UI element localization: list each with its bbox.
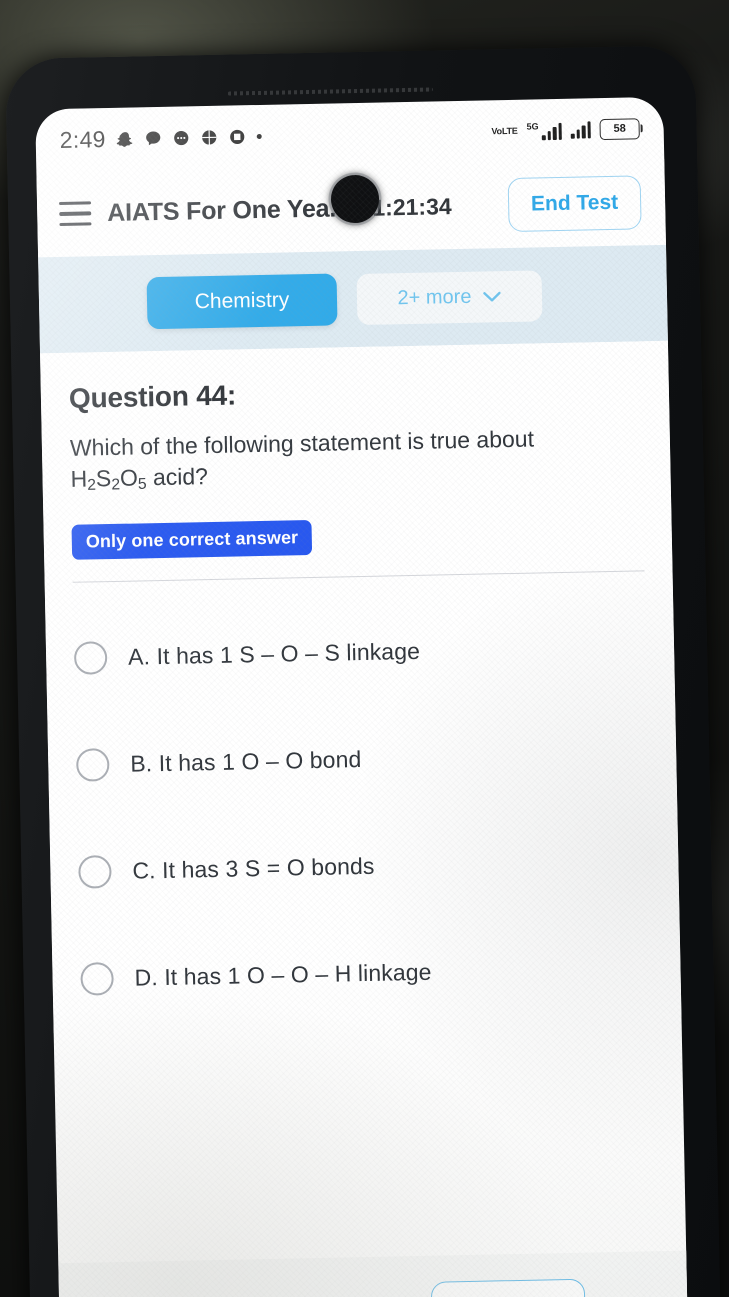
tab-chemistry[interactable]: Chemistry bbox=[146, 273, 338, 330]
option-d-text: It has 1 O – O – H linkage bbox=[164, 958, 432, 990]
question-body: Question 44: Which of the following stat… bbox=[40, 340, 682, 1033]
page-title: AIATS For One Yea... bbox=[106, 193, 350, 227]
subject-tab-strip: Chemistry 2+ more bbox=[38, 244, 668, 354]
snapchat-icon bbox=[116, 130, 134, 147]
option-c-label: C. It has 3 S = O bonds bbox=[132, 852, 375, 884]
bottom-action-bar: Clear & Next Next bbox=[58, 1249, 688, 1297]
messages-icon bbox=[173, 129, 190, 146]
option-a-key: A. bbox=[127, 642, 151, 670]
tab-more-dropdown[interactable]: 2+ more bbox=[356, 269, 543, 325]
battery-level-label: 58 bbox=[613, 122, 626, 135]
chat-bubble-icon bbox=[145, 129, 162, 146]
formula-o: O bbox=[119, 464, 139, 491]
radio-button-a[interactable] bbox=[73, 640, 108, 675]
question-text-after: acid? bbox=[146, 463, 209, 491]
option-b-text: It has 1 O – O bond bbox=[158, 745, 362, 776]
formula-s: S bbox=[95, 465, 112, 492]
list-item[interactable]: B. It has 1 O – O bond bbox=[75, 700, 649, 818]
option-d-label: D. It has 1 O – O – H linkage bbox=[134, 958, 431, 991]
network-type-label: 5G bbox=[526, 120, 539, 132]
hamburger-menu-icon[interactable] bbox=[58, 201, 92, 227]
app-icon bbox=[229, 128, 246, 145]
radio-button-c[interactable] bbox=[78, 854, 112, 889]
radio-button-d[interactable] bbox=[80, 961, 114, 996]
volte-icon: VoLTE bbox=[491, 125, 518, 136]
battery-indicator: 58 bbox=[599, 117, 640, 140]
option-a-text: It has 1 S – O – S linkage bbox=[156, 637, 421, 669]
status-bar: 2:49 VoLTE 5G 58 bbox=[35, 97, 664, 172]
earpiece-speaker-grille bbox=[227, 87, 433, 96]
option-a-label: A. It has 1 S – O – S linkage bbox=[128, 637, 420, 670]
list-item[interactable]: C. It has 3 S = O bonds bbox=[77, 807, 651, 925]
signal-primary: 5G bbox=[526, 120, 562, 140]
list-item[interactable]: A. It has 1 S – O – S linkage bbox=[73, 593, 647, 711]
option-c-text: It has 3 S = O bonds bbox=[161, 852, 375, 883]
option-d-key: D. bbox=[134, 963, 159, 991]
radio-button-b[interactable] bbox=[75, 747, 110, 782]
next-button[interactable]: Next bbox=[430, 1278, 587, 1297]
divider bbox=[72, 569, 645, 583]
option-b-label: B. It has 1 O – O bond bbox=[130, 746, 362, 778]
phone-body: 2:49 VoLTE 5G 58 AIATS For One Yea... 01… bbox=[5, 45, 721, 1297]
answer-options-list: A. It has 1 S – O – S linkage B. It has … bbox=[73, 593, 653, 1032]
end-test-button[interactable]: End Test bbox=[507, 175, 642, 232]
option-c-key: C. bbox=[132, 856, 156, 884]
chevron-down-icon bbox=[483, 291, 502, 302]
status-badge: Only one correct answer bbox=[71, 519, 313, 560]
option-b-key: B. bbox=[130, 749, 153, 777]
question-number: Question 44: bbox=[68, 379, 237, 414]
signal-bars-icon bbox=[541, 121, 562, 140]
signal-bars-secondary-icon bbox=[570, 120, 591, 139]
dot-icon bbox=[256, 133, 262, 139]
status-bar-clock: 2:49 bbox=[59, 125, 106, 153]
status-bar-left: 2:49 bbox=[59, 122, 262, 153]
formula-o-subscript: 5 bbox=[137, 475, 147, 493]
tab-more-label: 2+ more bbox=[397, 285, 472, 309]
game-controller-icon bbox=[201, 128, 218, 145]
phone-screen: 2:49 VoLTE 5G 58 AIATS For One Yea... 01… bbox=[35, 96, 688, 1297]
question-text: Which of the following statement is true… bbox=[70, 423, 576, 497]
status-bar-right: VoLTE 5G 58 bbox=[491, 117, 640, 142]
photo-scene: कल क 2:49 bbox=[0, 0, 729, 1297]
list-item[interactable]: D. It has 1 O – O – H linkage bbox=[80, 914, 654, 1032]
